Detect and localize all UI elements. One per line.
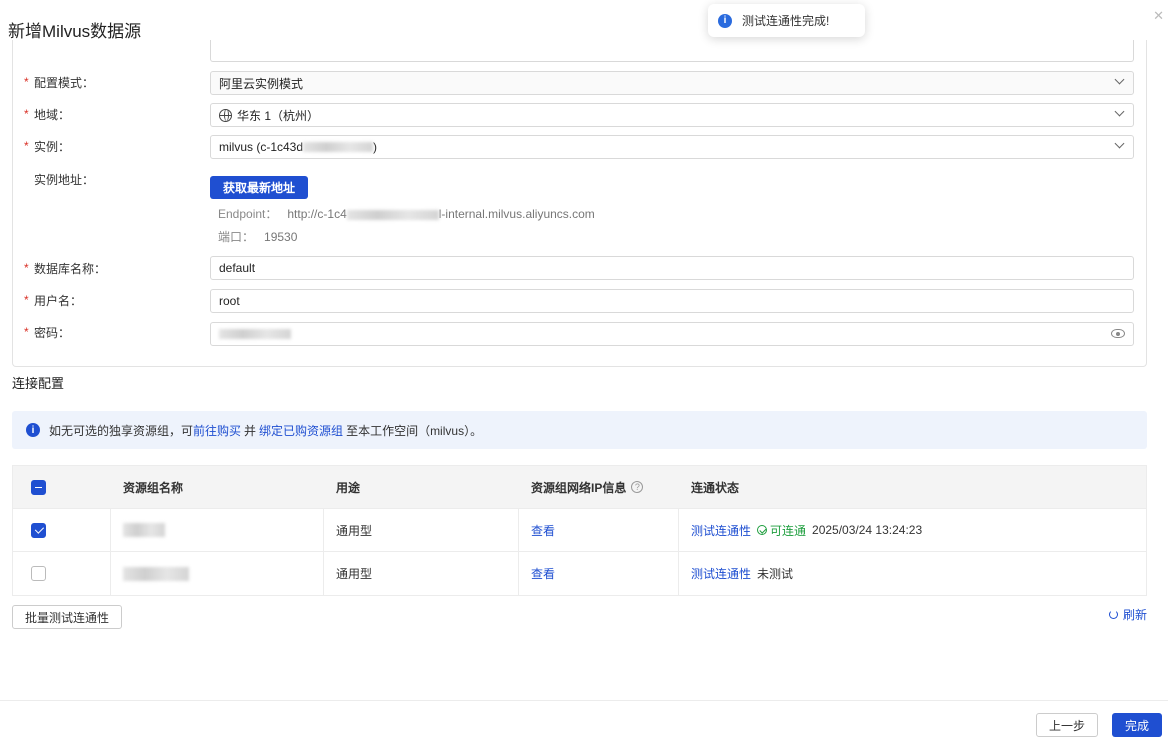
row-checkbox[interactable] [31,522,46,538]
instance-address-label: 实例地址： [34,172,95,187]
port-label: 端口： [218,230,255,244]
port-value: 19530 [264,230,298,244]
redacted-text [303,142,374,152]
fetch-address-button[interactable]: 获取最新地址 [210,176,308,199]
row-checkbox[interactable] [31,566,46,581]
top-input-field[interactable] [210,40,1134,62]
test-connectivity-link[interactable]: 测试连通性 [691,565,751,582]
username-value: root [219,294,240,308]
toast-notification: i 测试连通性完成! [708,4,865,37]
redacted-name [123,523,165,537]
config-mode-value: 阿里云实例模式 [219,76,304,91]
refresh-button[interactable]: 刷新 [1108,606,1147,623]
table-header-row: 资源组名称 用途 资源组网络IP信息? 连通状态 [13,466,1146,509]
redacted-text [346,209,439,220]
database-input[interactable]: default [210,256,1134,280]
instance-label: * 实例： [24,139,71,154]
resource-group-table: 资源组名称 用途 资源组网络IP信息? 连通状态 通用型 查看 测试连通性 可连… [12,465,1147,596]
test-time: 2025/03/24 13:24:23 [812,523,923,537]
alert-text-after: 至本工作空间（milvus）。 [346,423,483,438]
info-icon: i [26,423,40,437]
endpoint-value-suffix: l-internal.milvus.aliyuncs.com [438,207,595,221]
header-status: 连通状态 [691,480,740,495]
header-usage: 用途 [336,480,361,495]
header-network: 资源组网络IP信息? [519,466,679,508]
database-value: default [219,261,256,275]
database-label: * 数据库名称： [24,261,107,276]
config-mode-select[interactable]: 阿里云实例模式 [210,71,1134,95]
endpoint-line: Endpoint： http://c-1c4 l-internal.milvus.a… [218,205,595,222]
connection-section-title: 连接配置 [12,376,65,391]
done-button[interactable]: 完成 [1112,713,1162,737]
view-link[interactable]: 查看 [531,565,555,582]
alert-text: 如无可选的独享资源组，可 [49,423,194,438]
alert-text-and: 并 [244,423,257,438]
row-usage: 通用型 [324,509,519,551]
username-input[interactable]: root [210,289,1134,313]
select-all-checkbox[interactable] [31,479,46,495]
username-label: * 用户名： [24,293,83,308]
header-name: 资源组名称 [123,480,184,495]
info-alert: i 如无可选的独享资源组，可 前往购买 并 绑定已购资源组 至本工作空间（mil… [12,411,1147,449]
redacted-name [123,566,189,581]
chevron-down-icon [1114,138,1125,149]
toast-message: 测试连通性完成! [742,14,830,28]
footer-divider [0,700,1168,701]
endpoint-label: Endpoint： [218,207,278,221]
buy-link[interactable]: 前往购买 [193,422,241,439]
status-untested: 未测试 [757,567,794,581]
dialog-title: 新增Milvus数据源 [8,22,142,41]
table-row: 通用型 查看 测试连通性 可连通 2025/03/24 13:24:23 [13,509,1146,552]
region-select[interactable]: 华东 1（杭州） [210,103,1134,127]
region-value: 华东 1（杭州） [237,108,320,123]
instance-select[interactable]: milvus (c-1c43d ) [210,135,1134,159]
region-label: * 地域： [24,107,71,122]
redacted-password [219,329,291,339]
check-circle-icon [757,525,768,535]
test-connectivity-link[interactable]: 测试连通性 [691,522,751,539]
port-line: 端口： 19530 [218,228,297,245]
info-icon: i [718,13,732,28]
password-label: * 密码： [24,325,71,340]
password-input[interactable] [210,322,1134,346]
bind-resource-group-link[interactable]: 绑定已购资源组 [259,422,343,439]
instance-value-suffix: ) [373,140,378,154]
instance-value: milvus (c-1c43d [219,140,304,154]
refresh-icon [1108,610,1118,619]
config-mode-label: * 配置模式： [24,75,95,90]
globe-icon [219,108,232,122]
help-icon[interactable]: ? [631,481,644,493]
prev-step-button[interactable]: 上一步 [1036,713,1098,737]
refresh-label: 刷新 [1122,608,1147,622]
table-row: 通用型 查看 测试连通性 未测试 [13,552,1146,595]
row-usage: 通用型 [324,552,519,595]
endpoint-value: http://c-1c4 [287,207,347,221]
batch-test-button[interactable]: 批量测试连通性 [12,605,122,629]
chevron-down-icon [1114,106,1125,117]
eye-icon[interactable] [1111,329,1125,338]
status-connected: 可连通 [770,523,807,538]
view-link[interactable]: 查看 [531,522,555,539]
chevron-down-icon [1114,74,1125,85]
close-icon[interactable]: ✕ [1153,8,1164,24]
